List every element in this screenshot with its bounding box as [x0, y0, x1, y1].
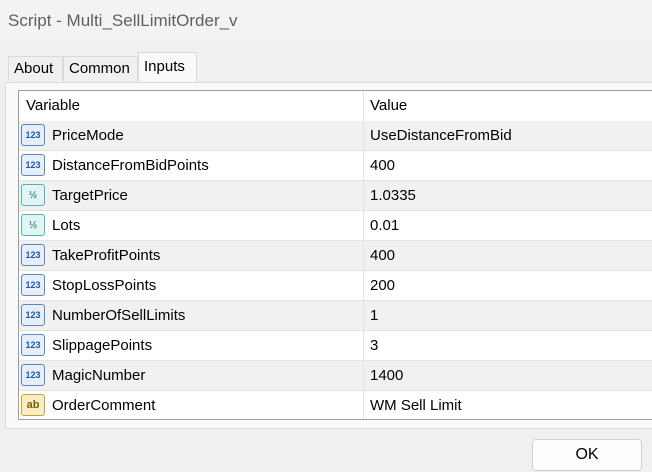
header-variable[interactable]: Variable	[26, 97, 80, 114]
table-row[interactable]: 123 DistanceFromBidPoints 400	[19, 151, 652, 181]
variable-value[interactable]: WM Sell Limit	[370, 397, 462, 414]
column-divider	[363, 301, 364, 331]
int-type-icon: 123	[21, 124, 45, 146]
variable-name: OrderComment	[52, 397, 156, 414]
double-type-icon: ½	[21, 184, 45, 206]
int-type-icon: 123	[21, 244, 45, 266]
tab-about[interactable]: About	[8, 56, 63, 81]
variable-name: TakeProfitPoints	[52, 247, 161, 264]
int-type-icon: 123	[21, 154, 45, 176]
variable-name: PriceMode	[52, 127, 124, 144]
header-divider[interactable]	[363, 91, 364, 121]
variable-name: DistanceFromBidPoints	[52, 157, 209, 174]
tab-inputs[interactable]: Inputs	[138, 52, 197, 82]
grid-header: Variable Value	[19, 91, 652, 121]
column-divider	[363, 211, 364, 241]
double-type-icon: ½	[21, 214, 45, 236]
table-row[interactable]: 123 SlippagePoints 3	[19, 331, 652, 361]
variable-value[interactable]: 3	[370, 337, 378, 354]
variable-value[interactable]: 400	[370, 247, 395, 264]
int-type-icon: 123	[21, 304, 45, 326]
tab-common[interactable]: Common	[63, 56, 138, 81]
window-title: Script - Multi_SellLimitOrder_v	[8, 11, 238, 30]
variable-value[interactable]: UseDistanceFromBid	[370, 127, 512, 144]
column-divider	[363, 241, 364, 271]
variable-name: TargetPrice	[52, 187, 128, 204]
column-divider	[363, 121, 364, 151]
variable-name: StopLossPoints	[52, 277, 157, 294]
variable-name: NumberOfSellLimits	[52, 307, 186, 324]
variable-value[interactable]: 1	[370, 307, 378, 324]
variable-value[interactable]: 0.01	[370, 217, 399, 234]
int-type-icon: 123	[21, 364, 45, 386]
tab-strip: About Common Inputs	[0, 52, 652, 82]
int-type-icon: 123	[21, 334, 45, 356]
int-type-icon: 123	[21, 274, 45, 296]
table-row[interactable]: 123 StopLossPoints 200	[19, 271, 652, 301]
variable-name: SlippagePoints	[52, 337, 153, 354]
column-divider	[363, 391, 364, 419]
table-row[interactable]: 123 NumberOfSellLimits 1	[19, 301, 652, 331]
title-bar: Script - Multi_SellLimitOrder_v	[0, 0, 652, 42]
table-row[interactable]: ½ TargetPrice 1.0335	[19, 181, 652, 211]
string-type-icon: ab	[21, 394, 45, 416]
variable-value[interactable]: 1400	[370, 367, 403, 384]
column-divider	[363, 271, 364, 301]
header-value[interactable]: Value	[370, 97, 407, 114]
table-row[interactable]: 123 TakeProfitPoints 400	[19, 241, 652, 271]
table-row[interactable]: 123 PriceMode UseDistanceFromBid	[19, 121, 652, 151]
variable-value[interactable]: 1.0335	[370, 187, 416, 204]
inputs-grid: Variable Value 123 PriceMode UseDistance…	[18, 90, 652, 420]
table-row[interactable]: 123 MagicNumber 1400	[19, 361, 652, 391]
variable-name: MagicNumber	[52, 367, 146, 384]
column-divider	[363, 151, 364, 181]
variable-value[interactable]: 200	[370, 277, 395, 294]
column-divider	[363, 181, 364, 211]
variable-value[interactable]: 400	[370, 157, 395, 174]
table-row[interactable]: ½ Lots 0.01	[19, 211, 652, 241]
column-divider	[363, 361, 364, 391]
table-row[interactable]: ab OrderComment WM Sell Limit	[19, 391, 652, 419]
column-divider	[363, 331, 364, 361]
ok-button[interactable]: OK	[532, 439, 642, 471]
variable-name: Lots	[52, 217, 81, 234]
